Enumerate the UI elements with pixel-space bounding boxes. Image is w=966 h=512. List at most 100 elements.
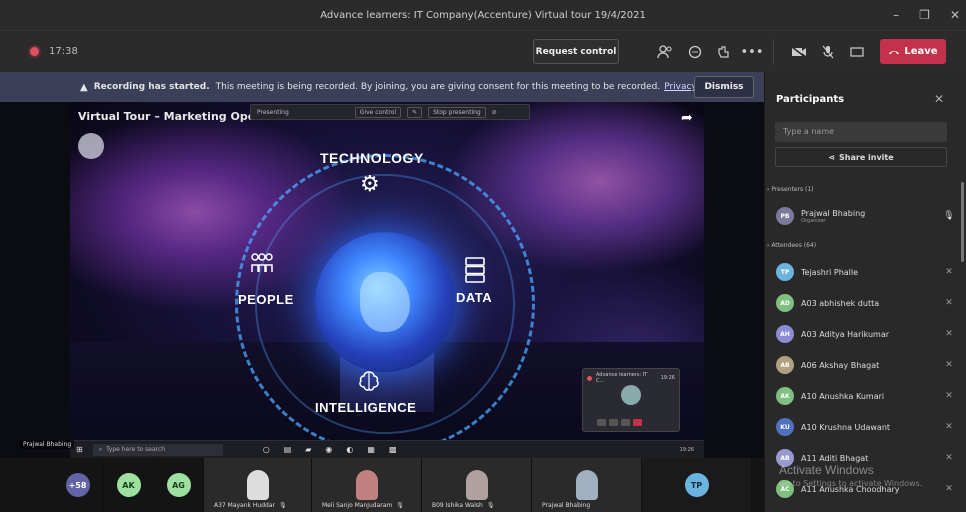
activate-windows-subtext: Go to Settings to activate Windows.: [779, 479, 923, 488]
share-invite-button[interactable]: ⋖ Share invite: [775, 147, 947, 167]
toolbar-divider: [773, 39, 774, 65]
mic-off-icon: ✕: [945, 267, 953, 277]
participant-row[interactable]: AH A03 Aditya Harikumar ✕: [776, 320, 956, 348]
title-bar: Advance learners: IT Company(Accenture) …: [0, 0, 966, 30]
restore-icon[interactable]: ❐: [919, 8, 930, 22]
taskview-icon[interactable]: ○: [263, 445, 270, 454]
avatar: AD: [776, 294, 794, 312]
edge-icon[interactable]: ◐: [346, 445, 353, 454]
participant-name: A03 Aditya Harikumar: [801, 329, 890, 339]
participant-tile[interactable]: TP: [642, 458, 752, 512]
presenters-header-label: Presenters (1): [771, 186, 814, 193]
people-icon: [250, 252, 274, 280]
meeting-toolbar: 17:38 Request control ••• Leave: [0, 30, 966, 72]
avatar: AK: [116, 473, 141, 497]
mini-camera-icon[interactable]: [597, 419, 606, 426]
participant-name: A06 Akshay Bhagat: [801, 360, 880, 370]
participant-row[interactable]: AK A10 Anushka Kumari ✕: [776, 382, 956, 410]
mini-meeting-window[interactable]: Advance learners: IT C... 19:26: [582, 368, 680, 432]
more-icon[interactable]: •••: [741, 41, 764, 63]
give-control-button[interactable]: Give control: [354, 106, 402, 118]
participant-name: Prajwal Bhabing: [542, 502, 591, 509]
participant-name: A37 Mayank Huddar: [214, 502, 275, 509]
presenting-label: Presenting: [257, 108, 289, 116]
recording-banner-text: This meeting is being recorded. By joini…: [215, 82, 661, 92]
video-tile[interactable]: A37 Mayank Huddar 🎙: [204, 458, 312, 512]
video-tile[interactable]: Prajwal Bhabing: [532, 458, 642, 512]
avatar: AG: [166, 473, 191, 497]
share-icon: ⋖: [828, 152, 836, 162]
video-feed: [575, 470, 598, 500]
video-feed: [246, 470, 269, 500]
share-tray-icon[interactable]: [846, 41, 868, 63]
mini-window-title: Advance learners: IT C...: [595, 372, 648, 384]
participants-panel: Participants ✕ Type a name ⋖ Share invit…: [764, 72, 966, 512]
mini-window-time: 19:26: [660, 375, 675, 381]
participant-name: A10 Krushna Udawant: [801, 422, 891, 432]
minimize-icon[interactable]: –: [893, 8, 899, 22]
overflow-tile[interactable]: +58: [52, 458, 104, 512]
participant-row[interactable]: PB Prajwal Bhabing Organizer 🎙: [776, 202, 956, 230]
attendees-section-header[interactable]: › Attendees (64): [767, 242, 816, 249]
close-window-icon[interactable]: ✕: [950, 8, 960, 22]
participant-row[interactable]: AD A03 abhishek dutta ✕: [776, 289, 956, 317]
participant-tile[interactable]: AG: [154, 458, 204, 512]
panel-title: Participants: [776, 94, 845, 105]
taskbar-apps: ○ ▤ ▰ ◉ ◐ ▦ ▩: [263, 445, 397, 454]
mini-window-controls: [597, 419, 642, 426]
video-feed: [465, 470, 488, 500]
slide-orb: [78, 133, 104, 159]
annotate-icon[interactable]: ✎: [407, 106, 423, 118]
browser-icon[interactable]: ◉: [325, 445, 332, 454]
window-title: Advance learners: IT Company(Accenture) …: [320, 9, 646, 21]
camera-off-icon[interactable]: [788, 41, 810, 63]
app-icon[interactable]: ▦: [367, 445, 375, 454]
taskbar-search[interactable]: ⌕ Type here to search: [92, 443, 223, 456]
leave-button[interactable]: Leave: [880, 39, 946, 64]
pin-icon[interactable]: ⊘: [492, 109, 497, 116]
share-arrow-icon[interactable]: ➦: [681, 110, 693, 126]
video-tile-label: Meli Sanjo Manjudaram 🎙: [322, 502, 404, 509]
participant-row[interactable]: AB A06 Akshay Bhagat ✕: [776, 351, 956, 379]
chat-icon[interactable]: [684, 41, 706, 63]
avatar: AH: [776, 325, 794, 343]
request-control-button[interactable]: Request control: [533, 39, 619, 64]
reactions-icon[interactable]: [712, 41, 734, 63]
recording-dot-icon: [587, 375, 592, 381]
participant-row[interactable]: TP Tejashri Phalle ✕: [776, 258, 956, 286]
participant-row[interactable]: KU A10 Krushna Udawant ✕: [776, 413, 956, 441]
mic-off-icon: ✕: [945, 484, 953, 494]
mic-on-icon: 🎙: [943, 211, 955, 221]
avatar: TP: [684, 473, 709, 497]
label-data: DATA: [456, 290, 493, 305]
mic-off-icon: ✕: [945, 298, 953, 308]
presenter-name: Prajwal Bhabing: [801, 208, 866, 218]
avatar: AB: [776, 356, 794, 374]
panel-scrollbar[interactable]: [961, 182, 964, 262]
mic-icon: 🎙: [279, 502, 287, 509]
windows-start-icon[interactable]: ⊞: [76, 445, 83, 454]
dismiss-button[interactable]: Dismiss: [694, 76, 754, 98]
stop-presenting-button[interactable]: Stop presenting: [428, 106, 486, 118]
participant-tile[interactable]: AK: [104, 458, 154, 512]
participants-icon[interactable]: [654, 41, 676, 63]
teams-icon[interactable]: ▩: [389, 445, 397, 454]
mic-off-icon: ✕: [945, 422, 953, 432]
meeting-timer: 17:38: [49, 46, 78, 57]
video-tile[interactable]: B09 Ishika Walsh 🎙: [422, 458, 532, 512]
mic-off-icon[interactable]: [817, 41, 839, 63]
folder-icon[interactable]: ▰: [305, 445, 311, 454]
label-intelligence: INTELLIGENCE: [315, 400, 417, 415]
explorer-icon[interactable]: ▤: [284, 445, 292, 454]
mini-mic-icon[interactable]: [609, 419, 618, 426]
video-tile[interactable]: Meli Sanjo Manjudaram 🎙: [312, 458, 422, 512]
close-panel-icon[interactable]: ✕: [934, 92, 944, 106]
mic-icon: 🎙: [486, 502, 495, 509]
mini-hangup-icon[interactable]: [633, 419, 642, 426]
taskbar-clock: 19:26: [679, 446, 694, 453]
warning-icon: ▲: [80, 81, 88, 93]
presenters-section-header[interactable]: › Presenters (1): [767, 186, 814, 193]
recording-indicator-icon: [30, 47, 39, 56]
participant-search-input[interactable]: Type a name: [775, 122, 947, 142]
mini-share-icon[interactable]: [621, 419, 630, 426]
